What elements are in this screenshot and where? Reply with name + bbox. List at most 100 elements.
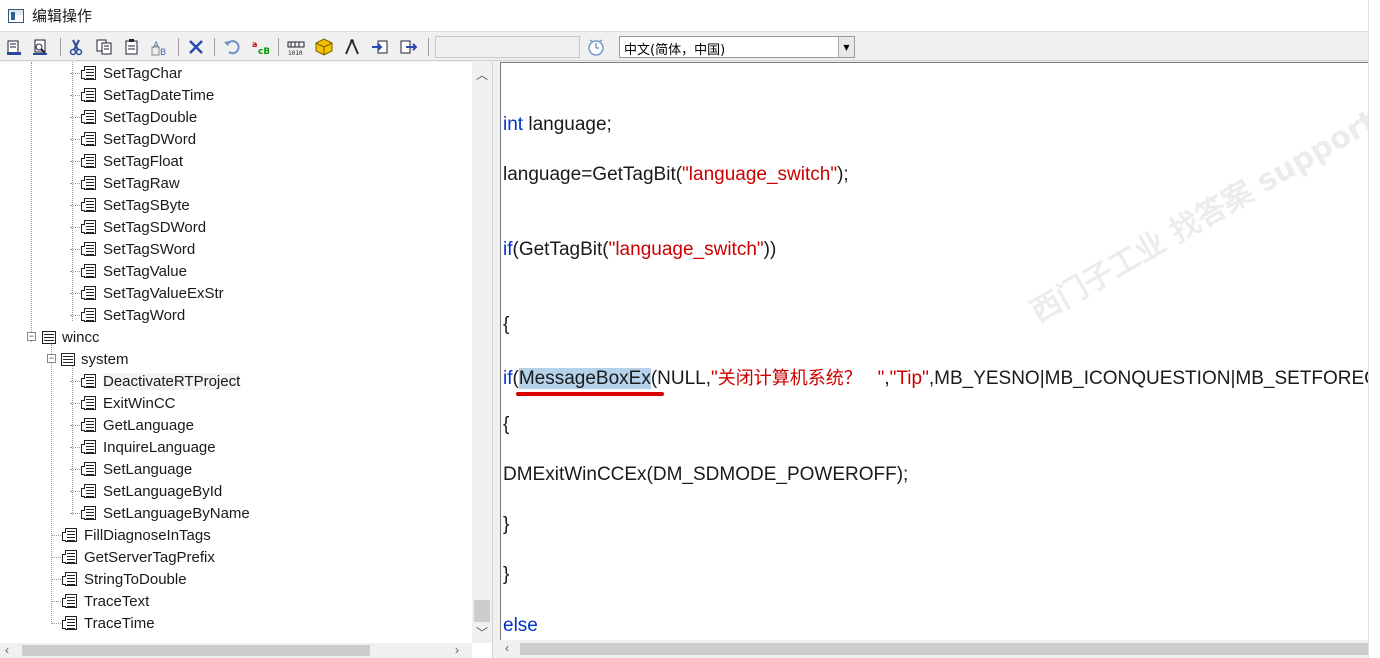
scrollbar-thumb[interactable] [22,645,370,656]
cube-icon[interactable] [314,37,334,57]
scroll-left-icon[interactable]: ‹ [5,643,9,657]
toolbar-separator [214,38,215,56]
delete-icon[interactable] [186,37,206,57]
chevron-down-icon[interactable]: ▼ [838,37,854,57]
tree-guide-line [70,381,80,382]
function-icon [81,132,96,146]
wincc-collapse-toggle[interactable]: − [27,332,36,341]
function-icon [81,374,96,388]
tree-item-label: InquireLanguage [103,438,216,456]
toolbar-separator [428,38,429,56]
svg-text:cB: cB [258,47,269,56]
tree-item-function[interactable]: SetTagChar [81,62,183,84]
tree-item-function[interactable]: DeactivateRTProject [81,370,241,392]
tree-item-label: SetTagValueExStr [103,284,224,302]
tree-item-function[interactable]: SetTagRaw [81,172,180,194]
tree-guide-line [51,344,52,624]
tree-folder-wincc[interactable]: wincc [42,326,100,348]
scroll-right-icon[interactable]: › [455,643,459,657]
tree-item-function[interactable]: ExitWinCC [81,392,176,414]
function-icon [81,308,96,322]
paste-icon[interactable] [122,37,142,57]
tree-guide-line [51,535,61,536]
tree-item-function[interactable]: SetLanguage [81,458,192,480]
function-icon [81,484,96,498]
tree-horizontal-scrollbar[interactable]: ‹ › [0,643,472,658]
export-icon[interactable] [398,37,418,57]
code-editor[interactable]: int language; language=GetTagBit("langua… [500,62,1368,640]
tree-item-label: SetTagSWord [103,240,196,258]
tree-guide-line [51,557,61,558]
compile-all-icon[interactable] [30,37,50,57]
code-line-2: language=GetTagBit("language_switch"); [503,164,849,185]
copy-icon[interactable] [94,37,114,57]
toolbar-separator [278,38,279,56]
scroll-left-icon[interactable]: ‹ [505,641,509,655]
tree-item-function[interactable]: TraceText [62,590,150,612]
system-collapse-toggle[interactable]: − [47,354,56,363]
tree-item-function[interactable]: SetLanguageByName [81,502,250,524]
tree-item-label: SetTagDouble [103,108,198,126]
panel-splitter[interactable] [492,62,500,658]
replace-icon[interactable]: AB [150,37,170,57]
tree-item-label: SetTagRaw [103,174,180,192]
undo-icon[interactable] [222,37,242,57]
tree-item-function[interactable]: SetTagFloat [81,150,183,172]
tree-item-function[interactable]: SetTagValueExStr [81,282,224,304]
tree-item-label: ExitWinCC [103,394,176,412]
tree-item-function[interactable]: FillDiagnoseInTags [62,524,211,546]
tree-item-function[interactable]: InquireLanguage [81,436,216,458]
tree-item-function[interactable]: SetTagDWord [81,128,196,150]
language-dropdown-value: 中文(简体，中国) [624,43,726,58]
function-icon [62,550,77,564]
scrollbar-thumb[interactable] [520,643,1368,655]
svg-text:B: B [160,48,166,56]
tree-item-function[interactable]: GetLanguage [81,414,194,436]
tree-item-function[interactable]: SetTagSWord [81,238,196,260]
spellcheck-icon[interactable]: a cB [250,37,270,57]
toolbar-text-field[interactable] [435,36,580,58]
function-icon [81,220,96,234]
compile-icon[interactable] [4,37,24,57]
tree-item-label: GetServerTagPrefix [84,548,215,566]
language-dropdown[interactable]: 中文(简体，中国) ▼ [619,36,855,58]
tree-item-function[interactable]: TraceTime [62,612,155,634]
tree-item-function[interactable]: SetTagValue [81,260,187,282]
scroll-down-icon[interactable]: ﹀ [476,624,488,641]
tree-item-label: SetTagSDWord [103,218,207,236]
tree-item-function[interactable]: SetLanguageById [81,480,222,502]
tree-item-label: TraceText [84,592,150,610]
function-icon [81,286,96,300]
tree-item-function[interactable]: GetServerTagPrefix [62,546,215,568]
tree-item-function[interactable]: SetTagSByte [81,194,190,216]
function-icon [81,396,96,410]
tree-item-function[interactable]: SetTagWord [81,304,185,326]
tree-guide-line [51,579,61,580]
import-icon[interactable] [370,37,390,57]
folder-icon [61,352,75,366]
tree-item-function[interactable]: SetTagDouble [81,106,198,128]
tree-item-label: SetTagChar [103,64,183,82]
clock-icon[interactable] [585,37,607,57]
tree-item-function[interactable]: StringToDouble [62,568,187,590]
compass-icon[interactable] [342,37,362,57]
tree-item-function[interactable]: SetTagDateTime [81,84,214,106]
code-horizontal-scrollbar[interactable]: ‹ [500,640,1368,658]
scroll-up-icon[interactable]: ︿ [476,66,488,83]
toolbar-separator [60,38,61,56]
function-icon [81,66,96,80]
tree-node-label: system [81,350,129,368]
cut-icon[interactable] [66,37,86,57]
svg-text:a: a [252,40,257,49]
tree-item-function[interactable]: SetTagSDWord [81,216,207,238]
svg-text:1010: 1010 [288,50,303,56]
tree-folder-system[interactable]: system [61,348,129,370]
binary-icon[interactable]: 1010 [286,37,306,57]
toolbar: AB a cB 1010 中文(简体，中国) ▼ [0,33,1368,61]
tree-guide-line [70,73,80,74]
tree-item-label: SetTagValue [103,262,187,280]
selected-function-name: MessageBoxEx [518,368,651,389]
tree-vertical-scrollbar[interactable]: ︿ ﹀ [472,62,492,643]
scrollbar-thumb[interactable] [474,600,490,622]
tree-item-label: SetLanguageByName [103,504,250,522]
